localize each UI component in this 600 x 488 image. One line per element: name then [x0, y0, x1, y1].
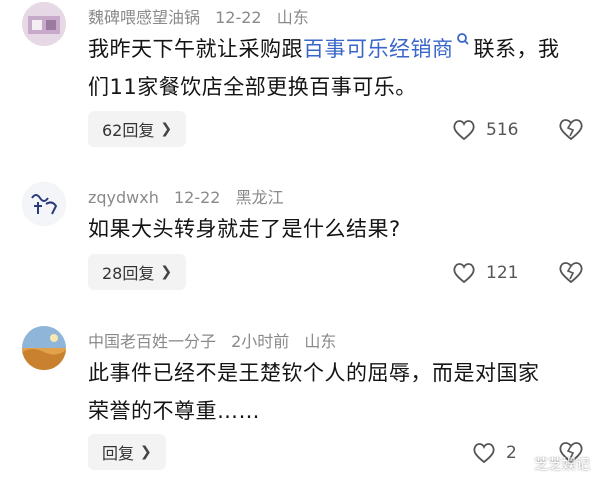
reply-button[interactable]: 28回复 ❯ [88, 254, 187, 290]
comment-text: 此事件已经不是王楚钦个人的屈辱，而是对国家荣誉的不尊重…… [88, 361, 540, 423]
comment-text: 如果大头转身就走了是什么结果? [88, 217, 401, 241]
avatar[interactable] [22, 326, 66, 370]
heart-icon [473, 443, 495, 464]
username[interactable]: 魏碑喂感望油锅 [88, 8, 200, 27]
like-count: 516 [486, 120, 519, 140]
broken-heart-icon [559, 262, 583, 284]
like-button[interactable]: 2 [472, 438, 517, 468]
comment-date: 12-22 [215, 8, 262, 27]
heart-icon [453, 263, 475, 284]
weibo-logo-icon [512, 454, 530, 474]
reply-button[interactable]: 62回复 ❯ [88, 111, 187, 147]
comment-meta: 中国老百姓一分子 2小时前 山东 [88, 328, 346, 352]
mention-link[interactable]: 百事可乐经销商 [303, 33, 474, 61]
reply-button[interactable]: 回复 ❯ [88, 434, 166, 470]
broken-heart-icon [559, 119, 583, 141]
comment-meta: zqydwxh 12-22 黑龙江 [88, 184, 294, 208]
watermark-text: 芝芝娱记 [534, 457, 590, 473]
comment-text: 我昨天下午就让采购跟百事可乐经销商 联系，我们11家餐饮店全部更换百事可乐。 [88, 30, 568, 106]
comment-location: 山东 [304, 332, 337, 351]
chevron-right-icon: ❯ [160, 264, 173, 280]
comment-date: 12-22 [173, 188, 221, 207]
search-icon [456, 33, 469, 45]
avatar[interactable] [22, 182, 66, 226]
dislike-button[interactable] [558, 117, 584, 143]
username[interactable]: zqydwxh [88, 188, 159, 207]
like-button[interactable]: 121 [452, 258, 518, 288]
like-count: 121 [486, 263, 519, 283]
heart-icon [453, 120, 475, 141]
chevron-right-icon: ❯ [160, 121, 173, 137]
comment-date: 2小时前 [231, 332, 290, 351]
like-button[interactable]: 516 [452, 115, 518, 145]
watermark: 芝芝娱记 [512, 454, 590, 474]
comment-meta: 魏碑喂感望油锅 12-22 山东 [88, 4, 319, 28]
chevron-right-icon: ❯ [140, 444, 152, 460]
dislike-button[interactable] [558, 260, 584, 286]
comment-location: 山东 [276, 8, 309, 27]
username[interactable]: 中国老百姓一分子 [88, 332, 216, 351]
avatar[interactable] [22, 2, 66, 46]
comment-location: 黑龙江 [235, 188, 284, 207]
